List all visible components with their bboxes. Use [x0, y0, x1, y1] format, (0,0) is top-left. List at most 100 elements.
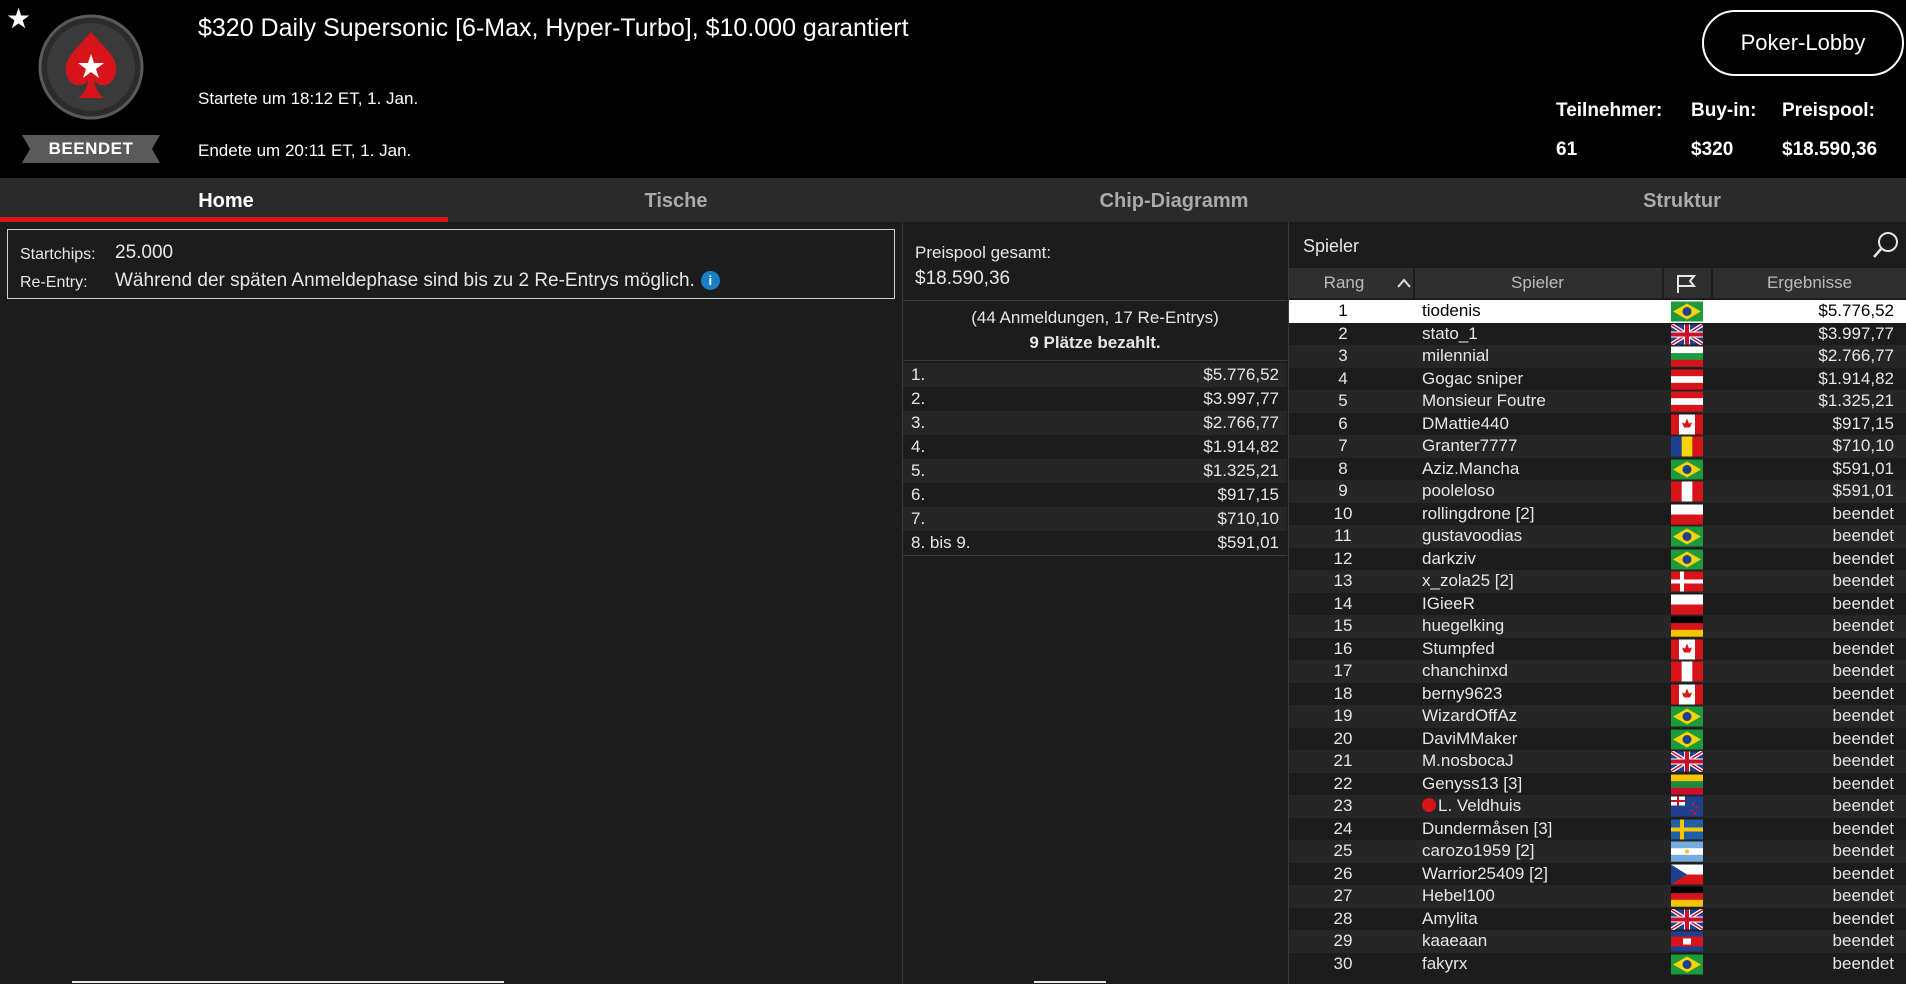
- player-row[interactable]: 17 chanchinxd beendet: [1289, 660, 1906, 683]
- player-name-cell: tiodenis: [1422, 300, 1481, 322]
- payout-amount: $2.766,77: [1203, 413, 1279, 432]
- player-row[interactable]: 14 IGieeR beendet: [1289, 592, 1906, 615]
- player-row[interactable]: 7 Granter7777 $710,10: [1289, 435, 1906, 458]
- player-rank: 3: [1338, 346, 1348, 365]
- player-row[interactable]: 28 Amylita beendet: [1289, 907, 1906, 930]
- player-row[interactable]: 3 milennial $2.766,77: [1289, 345, 1906, 368]
- player-row[interactable]: 29 kaaeaan beendet: [1289, 930, 1906, 953]
- tab-tables[interactable]: Tische: [452, 178, 900, 222]
- player-name-cell: pooleloso: [1422, 480, 1495, 502]
- player-row[interactable]: 11 gustavoodias beendet: [1289, 525, 1906, 548]
- reentry-value-row: Während der späten Anmeldephase sind bis…: [115, 270, 720, 292]
- player-row[interactable]: 25 carozo1959 [2] beendet: [1289, 840, 1906, 863]
- player-row[interactable]: 22 Genyss13 [3] beendet: [1289, 772, 1906, 795]
- results-column-header[interactable]: Ergebnisse: [1713, 268, 1906, 298]
- player-row[interactable]: 12 darkziv beendet: [1289, 547, 1906, 570]
- player-result: beendet: [1832, 818, 1894, 838]
- player-row[interactable]: 18 berny9623 beendet: [1289, 682, 1906, 705]
- player-name-cell: stato_1: [1422, 323, 1478, 345]
- player-row[interactable]: 2 stato_1 $3.997,77: [1289, 322, 1906, 345]
- column-divider: [1662, 268, 1664, 298]
- br-flag-icon: [1671, 549, 1703, 569]
- payout-place: 5.: [911, 461, 926, 480]
- tab-chip-chart[interactable]: Chip-Diagramm: [900, 178, 1448, 222]
- player-row[interactable]: 23 L. Veldhuis beendet: [1289, 795, 1906, 818]
- player-row[interactable]: 5 Monsieur Foutre $1.325,21: [1289, 390, 1906, 413]
- horizontal-scrollbar[interactable]: [1034, 981, 1106, 983]
- player-result: $710,10: [1832, 436, 1894, 455]
- pl-flag-icon: [1671, 504, 1703, 525]
- player-name: berny9623: [1422, 683, 1503, 703]
- tab-home[interactable]: Home: [0, 178, 452, 222]
- tab-bar: Home Tische Chip-Diagramm Struktur: [0, 178, 1906, 222]
- player-name: tiodenis: [1422, 301, 1481, 320]
- team-pro-icon: [1422, 798, 1436, 812]
- player-name: pooleloso: [1422, 481, 1495, 500]
- player-name: WizardOffAz: [1422, 706, 1518, 725]
- player-row[interactable]: 10 rollingdrone [2] beendet: [1289, 502, 1906, 525]
- player-row[interactable]: 8 Aziz.Mancha $591,01: [1289, 457, 1906, 480]
- rank-column-header[interactable]: Rang: [1289, 268, 1399, 298]
- player-row[interactable]: 16 Stumpfed beendet: [1289, 637, 1906, 660]
- payout-amount: $1.325,21: [1203, 461, 1279, 480]
- player-row[interactable]: 27 Hebel100 beendet: [1289, 885, 1906, 908]
- pe-flag-icon: [1671, 481, 1703, 502]
- player-rank: 20: [1333, 728, 1353, 748]
- player-name: rollingdrone [2]: [1422, 503, 1535, 523]
- payout-place: 8. bis 9.: [911, 533, 971, 552]
- player-row[interactable]: 9 pooleloso $591,01: [1289, 480, 1906, 503]
- player-result: $917,15: [1832, 413, 1894, 433]
- player-rank: 26: [1333, 863, 1353, 883]
- player-name-cell: Genyss13 [3]: [1422, 773, 1522, 795]
- poker-lobby-button[interactable]: Poker-Lobby: [1702, 10, 1904, 76]
- br-flag-icon: [1671, 706, 1703, 727]
- payout-place: 6.: [911, 485, 926, 504]
- player-rank: 13: [1333, 571, 1353, 590]
- player-row[interactable]: 24 Dundermåsen [3] beendet: [1289, 817, 1906, 840]
- info-icon[interactable]: i: [700, 271, 720, 290]
- player-result: beendet: [1832, 863, 1894, 883]
- player-name-cell: Aziz.Mancha: [1422, 458, 1519, 480]
- player-name-cell: Gogac sniper: [1422, 368, 1523, 390]
- se-flag-icon: [1671, 819, 1703, 839]
- player-row[interactable]: 4 Gogac sniper $1.914,82: [1289, 367, 1906, 390]
- kh-flag-icon: [1671, 931, 1703, 952]
- search-icon[interactable]: [1872, 231, 1900, 259]
- divider: [903, 300, 1287, 301]
- player-row[interactable]: 26 Warrior25409 [2] beendet: [1289, 862, 1906, 885]
- horizontal-scrollbar[interactable]: [72, 981, 504, 983]
- player-rank: 15: [1333, 616, 1353, 635]
- player-name: Dundermåsen [3]: [1422, 818, 1553, 838]
- ca-flag-icon: [1671, 684, 1703, 704]
- country-flag-column-icon[interactable]: [1675, 274, 1697, 294]
- player-name-cell: Hebel100: [1422, 885, 1495, 907]
- player-name-cell: rollingdrone [2]: [1422, 503, 1534, 525]
- player-row[interactable]: 6 DMattie440 $917,15: [1289, 412, 1906, 435]
- player-name: Gogac sniper: [1422, 368, 1524, 388]
- player-row[interactable]: 21 M.nosbocaJ beendet: [1289, 750, 1906, 773]
- player-row[interactable]: 13 x_zola25 [2] beendet: [1289, 570, 1906, 593]
- de-flag-icon: [1671, 886, 1703, 907]
- player-search-input[interactable]: [1301, 233, 1865, 259]
- rank-column-label: Rang: [1323, 273, 1365, 292]
- player-name-cell: Stumpfed: [1422, 638, 1495, 660]
- favorite-star-icon[interactable]: ★: [6, 2, 31, 35]
- player-row[interactable]: 19 WizardOffAz beendet: [1289, 705, 1906, 728]
- player-row[interactable]: 30 fakyrx beendet: [1289, 952, 1906, 975]
- tab-structure[interactable]: Struktur: [1448, 178, 1906, 222]
- de-flag-icon: [1671, 616, 1703, 637]
- player-rank: 22: [1333, 773, 1353, 793]
- player-row[interactable]: 20 DaviMMaker beendet: [1289, 727, 1906, 750]
- payout-amount: $1.914,82: [1203, 437, 1279, 456]
- reentry-label: Re-Entry:: [20, 274, 88, 291]
- total-prizepool-value: $18.590,36: [915, 268, 1011, 289]
- player-column-header[interactable]: Spieler: [1415, 268, 1660, 298]
- player-row[interactable]: 1 tiodenis $5.776,52: [1289, 300, 1906, 323]
- gb-flag-icon: [1671, 908, 1703, 930]
- player-name-cell: huegelking: [1422, 615, 1504, 637]
- sort-ascending-icon[interactable]: [1397, 278, 1411, 288]
- payout-row: 2. $3.997,77: [903, 387, 1287, 411]
- player-row[interactable]: 15 huegelking beendet: [1289, 615, 1906, 638]
- payout-amount: $591,01: [1217, 533, 1279, 552]
- player-name: darkziv: [1422, 548, 1476, 568]
